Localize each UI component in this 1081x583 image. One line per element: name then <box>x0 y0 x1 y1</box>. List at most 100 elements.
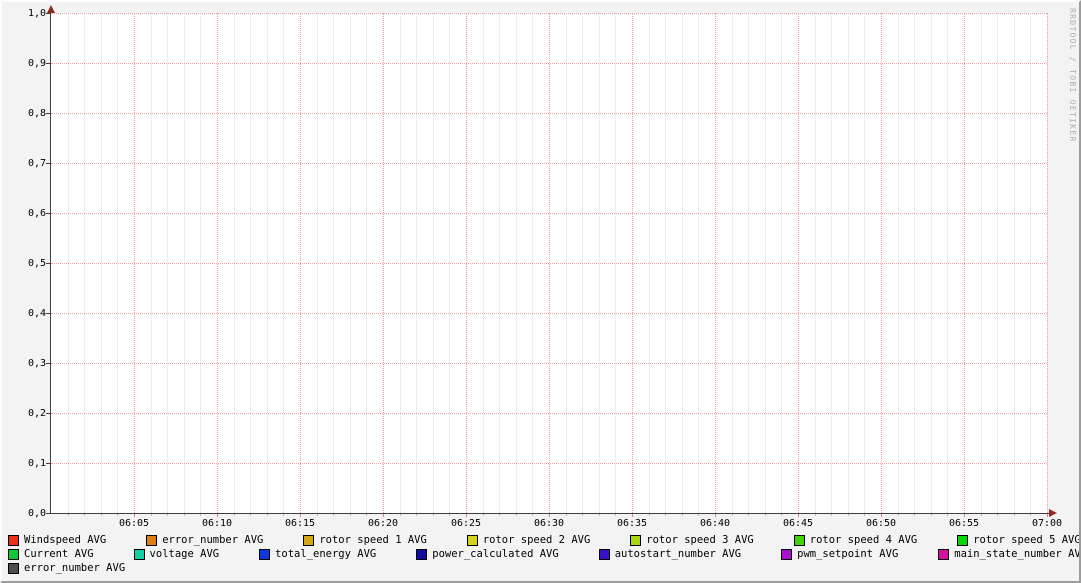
x-tick-mark <box>233 514 235 516</box>
x-grid-line-minor <box>482 13 484 513</box>
legend-swatch <box>416 548 428 560</box>
x-tick-label: 06:40 <box>699 518 731 529</box>
y-tick-mark <box>46 63 50 64</box>
legend-label: total_energy AVG <box>275 547 377 560</box>
x-grid-line-minor <box>316 13 318 513</box>
x-tick-label: 06:30 <box>533 518 565 529</box>
x-grid-line-minor <box>200 13 202 513</box>
legend-label: rotor speed 2 AVG <box>482 533 591 546</box>
x-grid-line-minor <box>399 13 401 513</box>
x-grid-line-minor <box>283 13 285 513</box>
x-tick-mark <box>798 514 799 517</box>
legend-swatch <box>8 562 19 574</box>
y-tick-label: 0,9 <box>27 58 46 69</box>
x-tick-mark <box>1013 514 1015 516</box>
legend-label: autostart_number AVG <box>614 547 742 560</box>
x-grid-line-major <box>217 13 218 513</box>
x-tick-mark <box>183 514 185 516</box>
x-tick-label: 06:35 <box>616 518 648 529</box>
legend-item: voltage AVG <box>133 548 219 561</box>
x-tick-mark <box>831 514 833 516</box>
x-grid-line-minor <box>1013 13 1015 513</box>
x-grid-line-minor <box>681 13 683 513</box>
legend-label: error_number AVG <box>24 561 126 574</box>
x-grid-line-major <box>300 13 301 513</box>
x-grid-line-major <box>466 13 467 513</box>
legend-swatch <box>466 534 478 546</box>
legend-item: Windspeed AVG <box>8 534 106 547</box>
rrdtool-graph: 1,0 0,9 0,8 0,7 0,6 0,5 0,4 0,3 0,2 0,1 0,0 06:05 0… <box>0 0 1081 583</box>
x-tick-mark <box>1047 514 1048 517</box>
x-grid-line-minor <box>416 13 418 513</box>
x-tick-mark <box>383 514 384 517</box>
x-grid-line-major <box>881 13 882 513</box>
y-tick-mark <box>46 363 50 364</box>
x-tick-mark <box>416 514 418 516</box>
x-grid-line-major <box>798 13 799 513</box>
y-tick-label: 1,0 <box>27 8 46 19</box>
y-tick-mark <box>46 163 50 164</box>
x-grid-line-minor <box>515 13 517 513</box>
x-grid-line-minor <box>781 13 783 513</box>
x-grid-line-minor <box>499 13 501 513</box>
x-grid-line-major <box>134 13 135 513</box>
x-grid-line-minor <box>980 13 982 513</box>
y-tick-mark <box>46 513 50 514</box>
legend-row: Windspeed AVG error_number AVG rotor speed… <box>8 533 1081 547</box>
x-grid-line-minor <box>1030 13 1032 513</box>
x-tick-label: 06:05 <box>118 518 150 529</box>
legend-swatch <box>146 534 158 546</box>
legend-label: error_number AVG <box>162 533 264 546</box>
legend-item: autostart_number AVG <box>598 547 742 561</box>
legend-item: power_calculated AVG <box>416 547 559 561</box>
x-tick-mark <box>681 514 683 516</box>
x-tick-mark <box>266 514 268 516</box>
x-grid-line-major <box>715 13 716 513</box>
x-tick-mark <box>1030 514 1032 516</box>
x-grid-line-minor <box>897 13 899 513</box>
y-tick-mark <box>46 213 50 214</box>
x-tick-mark <box>432 514 434 516</box>
x-tick-mark <box>515 514 517 516</box>
x-tick-mark <box>150 514 152 516</box>
legend-label: Windspeed AVG <box>24 533 107 546</box>
x-tick-mark <box>316 514 318 516</box>
legend-label: rotor speed 1 AVG <box>319 533 427 546</box>
legend-label: rotor speed 5 AVG <box>973 533 1081 546</box>
legend-row: error_number AVG <box>8 561 1077 575</box>
x-tick-mark <box>200 514 202 516</box>
legend-item: total_energy AVG <box>259 548 376 561</box>
x-tick-mark <box>466 514 467 517</box>
legend-item: pwm_setpoint AVG <box>781 548 898 561</box>
y-tick-label: 0,4 <box>27 308 46 319</box>
x-tick-label: 07:00 <box>1031 518 1063 529</box>
x-grid-line-minor <box>84 13 86 513</box>
x-grid-line-major <box>549 13 550 513</box>
x-grid-line-minor <box>432 13 434 513</box>
x-tick-mark <box>100 514 102 516</box>
x-tick-mark <box>930 514 932 516</box>
legend-label: power_calculated AVG <box>432 547 559 560</box>
y-tick-label: 0,7 <box>27 158 46 169</box>
legend-item: rotor speed 5 AVG <box>957 533 1081 547</box>
x-tick-mark <box>648 514 650 516</box>
y-tick-mark <box>46 463 50 464</box>
plot-area <box>51 13 1048 513</box>
x-grid-line-minor <box>266 13 268 513</box>
x-tick-mark <box>532 514 534 516</box>
y-axis-arrow-icon <box>47 5 55 13</box>
x-grid-line-minor <box>831 13 833 513</box>
y-tick-mark <box>46 263 50 264</box>
x-tick-mark <box>250 514 252 516</box>
legend-swatch <box>8 548 19 560</box>
x-tick-label: 06:10 <box>201 518 233 529</box>
x-tick-mark <box>598 514 600 516</box>
legend-label: rotor speed 3 AVG <box>646 533 754 546</box>
x-tick-mark <box>84 514 86 516</box>
x-tick-mark <box>283 514 285 516</box>
y-tick-label: 0,2 <box>27 408 46 419</box>
legend-swatch <box>793 534 805 546</box>
x-grid-line-major <box>632 13 633 513</box>
x-tick-label: 06:20 <box>367 518 399 529</box>
x-tick-mark <box>847 514 849 516</box>
